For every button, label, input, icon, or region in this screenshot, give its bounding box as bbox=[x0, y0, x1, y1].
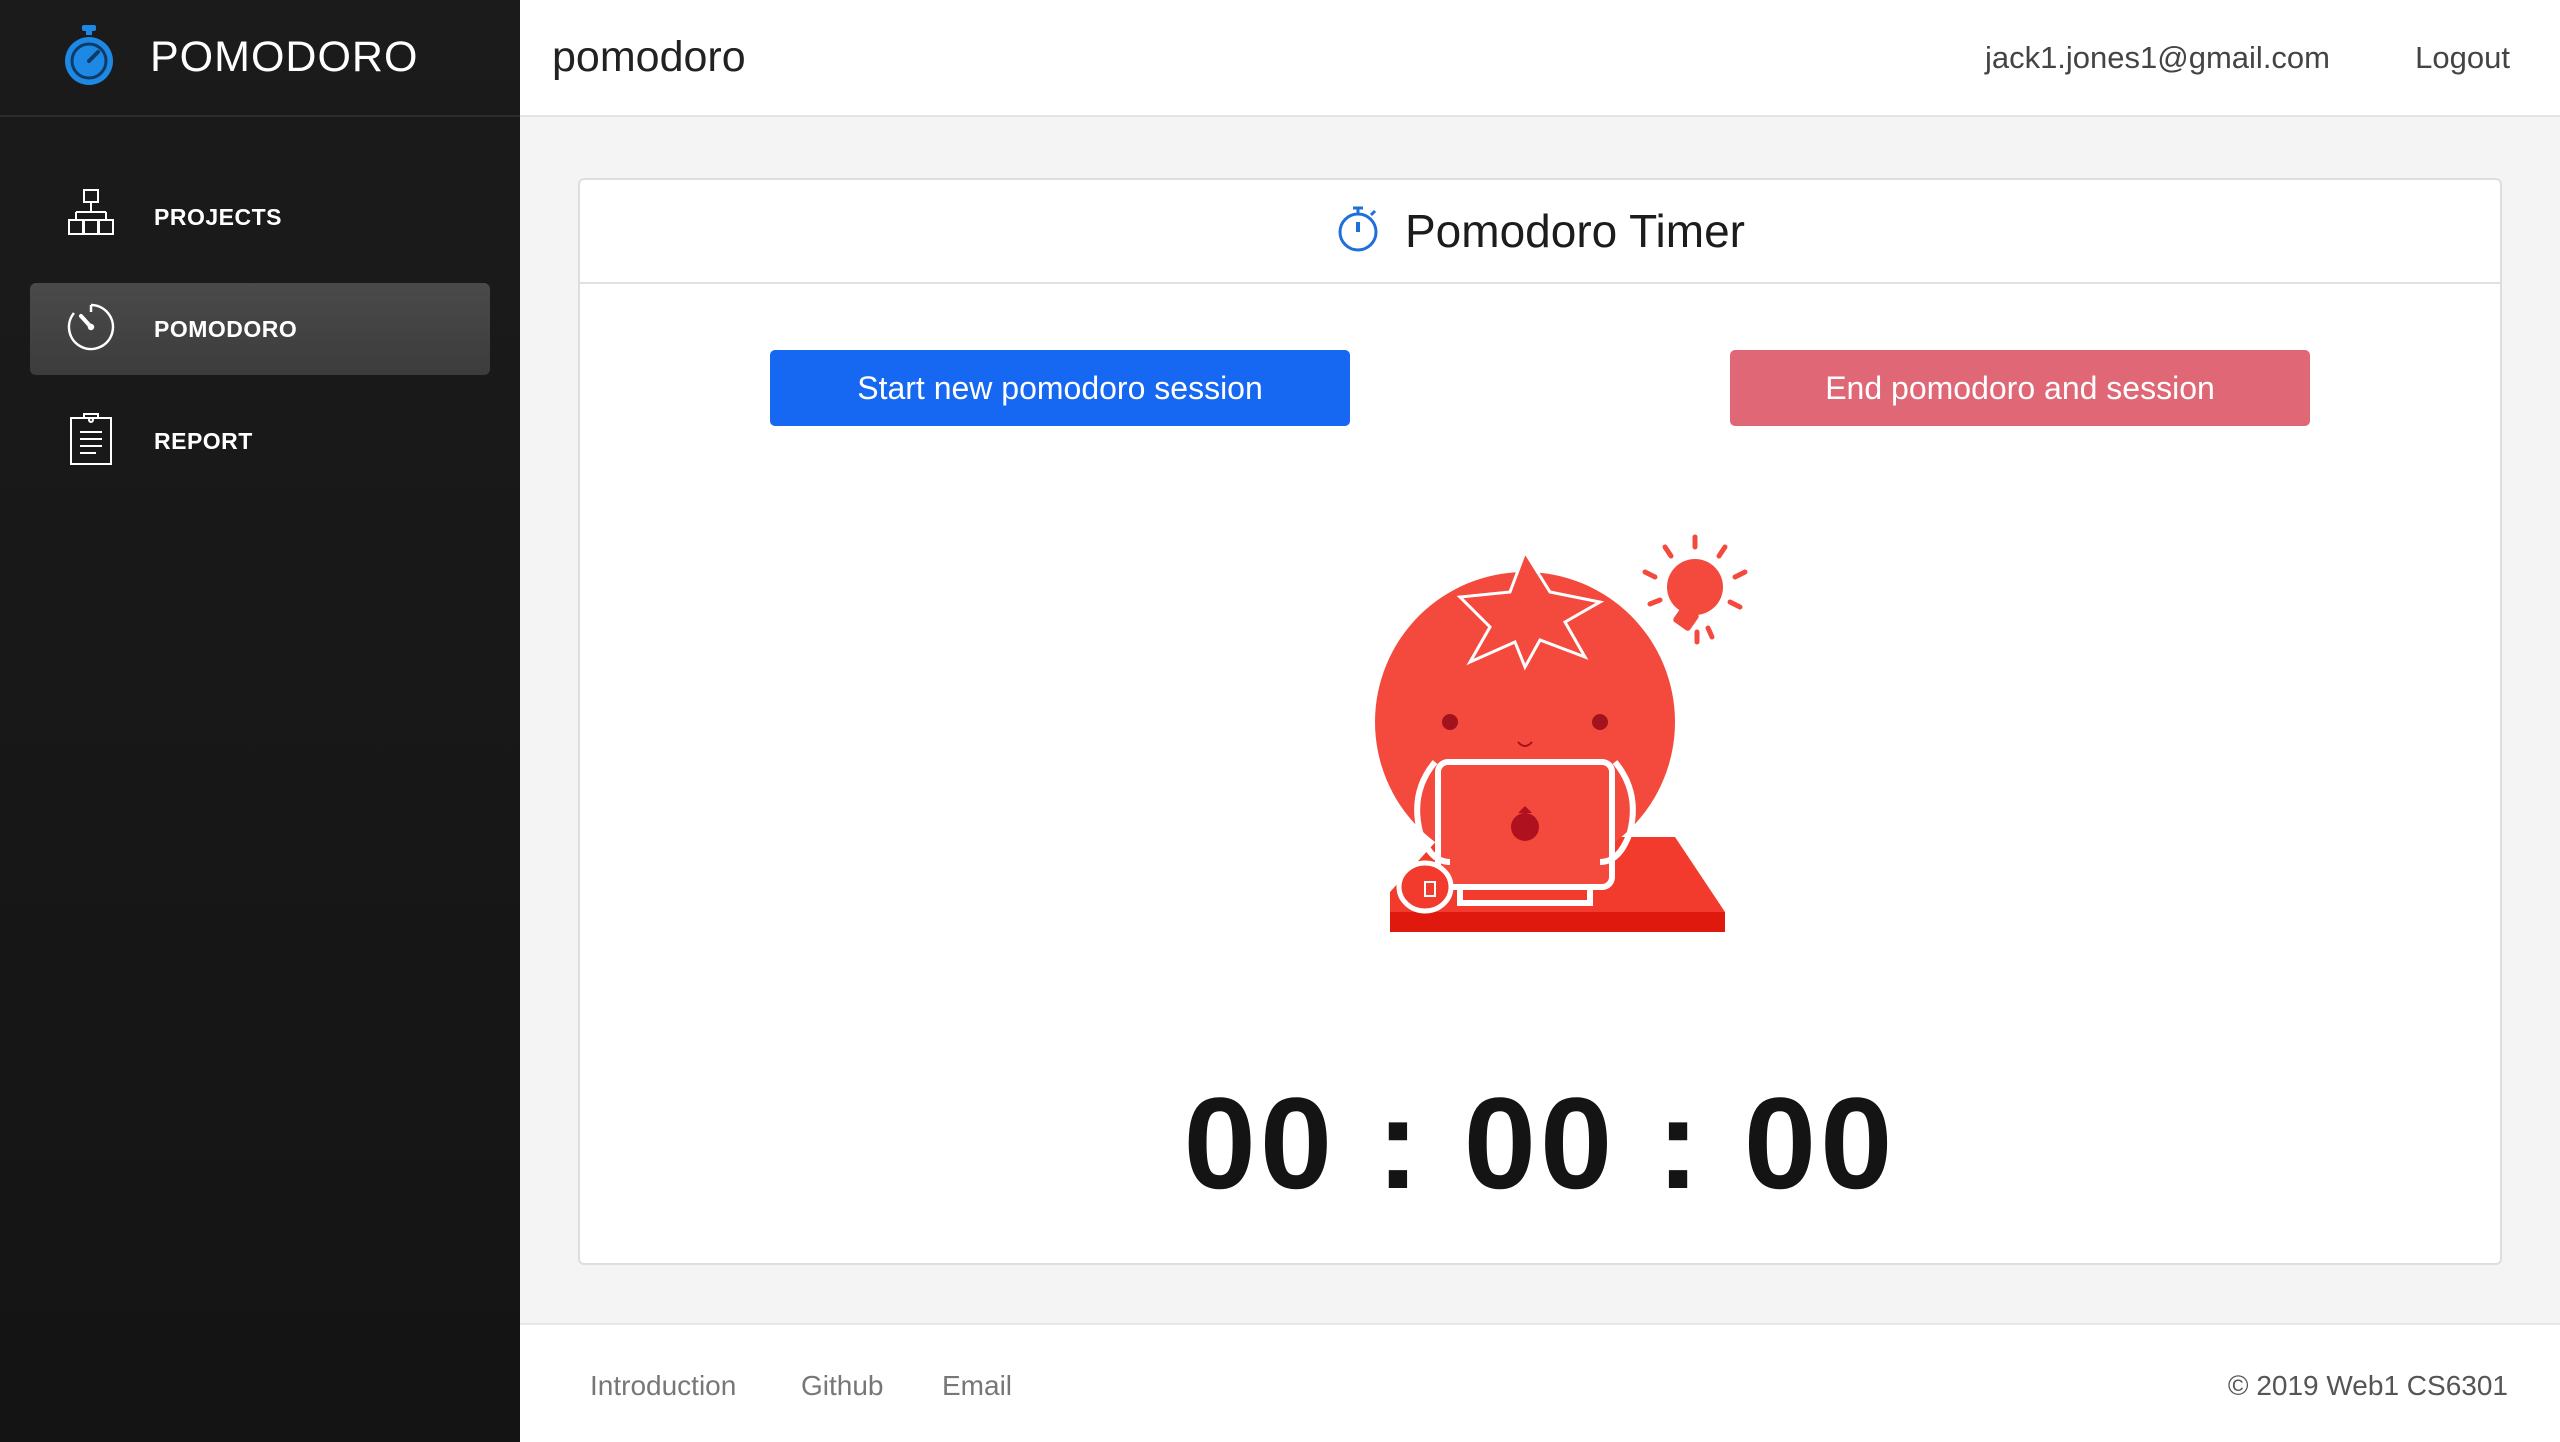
sitemap-icon bbox=[66, 188, 116, 247]
logout-link[interactable]: Logout bbox=[2415, 40, 2510, 76]
sidebar-nav: PROJECTS POMODORO REPORT bbox=[0, 171, 520, 487]
lightbulb-icon bbox=[1642, 534, 1748, 645]
footer: Introduction Github Email © 2019 Web1 CS… bbox=[520, 1323, 2560, 1442]
footer-copyright: © 2019 Web1 CS6301 bbox=[2227, 1370, 2508, 1401]
footer-link-introduction[interactable]: Introduction bbox=[590, 1370, 736, 1402]
pomodoro-card: Pomodoro Timer Start new pomodoro sessio… bbox=[578, 178, 2502, 1265]
start-session-button[interactable]: Start new pomodoro session bbox=[770, 350, 1350, 426]
timer-display: 00 : 00 : 00 bbox=[1183, 1070, 1897, 1216]
sidebar-item-label: REPORT bbox=[154, 427, 253, 454]
sidebar-item-label: POMODORO bbox=[154, 315, 298, 342]
sidebar: POMODORO PROJECTS POMODORO REPORT bbox=[0, 0, 520, 1442]
end-session-button[interactable]: End pomodoro and session bbox=[1730, 350, 2310, 426]
footer-link-email[interactable]: Email bbox=[942, 1370, 1012, 1402]
card-header: Pomodoro Timer bbox=[580, 180, 2500, 284]
stopwatch-icon bbox=[60, 23, 118, 92]
sidebar-item-report[interactable]: REPORT bbox=[30, 395, 490, 487]
brand[interactable]: POMODORO bbox=[0, 0, 520, 117]
page-title: pomodoro bbox=[552, 33, 746, 81]
user-email: jack1.jones1@gmail.com bbox=[1984, 40, 2330, 75]
clipboard-icon bbox=[66, 412, 116, 471]
sidebar-item-pomodoro[interactable]: POMODORO bbox=[30, 283, 490, 375]
card-title: Pomodoro Timer bbox=[1404, 205, 1745, 257]
sidebar-item-projects[interactable]: PROJECTS bbox=[30, 171, 490, 263]
stopwatch-icon bbox=[1335, 205, 1405, 258]
tomato-laptop-illustration bbox=[1350, 532, 1770, 972]
top-header: pomodoro jack1.jones1@gmail.com Logout bbox=[520, 0, 2560, 117]
brand-title: POMODORO bbox=[150, 33, 419, 81]
footer-link-github[interactable]: Github bbox=[801, 1370, 884, 1402]
sidebar-item-label: PROJECTS bbox=[154, 203, 282, 230]
timer-icon bbox=[66, 300, 116, 359]
